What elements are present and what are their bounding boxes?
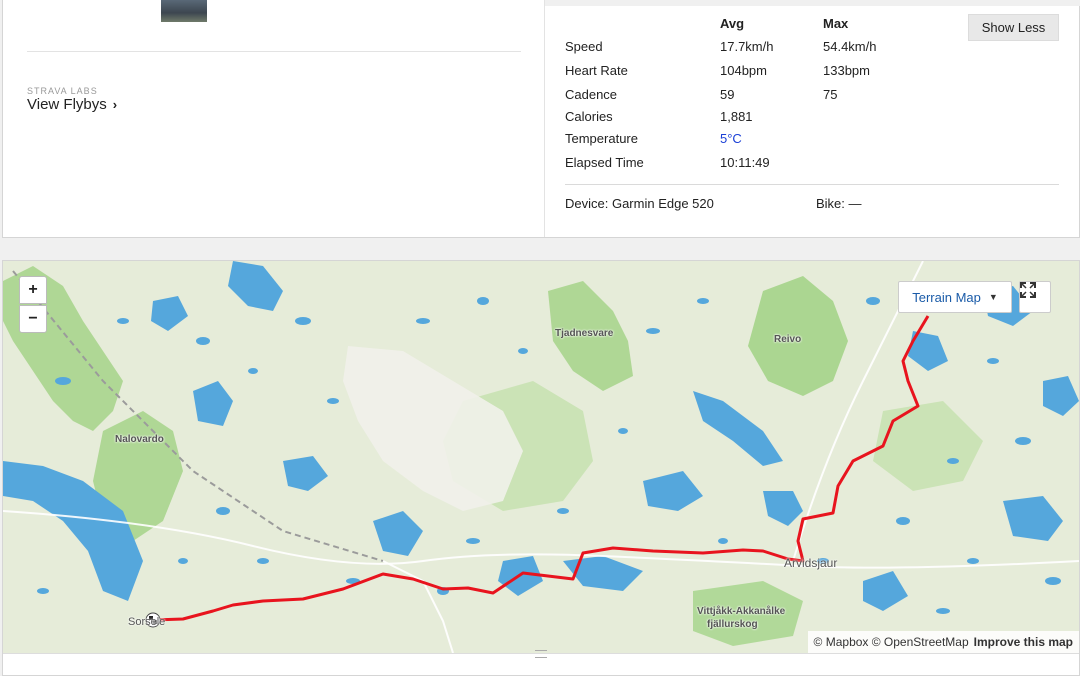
photo-thumbnail[interactable] — [161, 0, 207, 22]
bike-info: Bike: — — [816, 196, 862, 211]
lake — [283, 456, 328, 491]
zoom-in-button[interactable]: + — [19, 276, 47, 304]
forest-area — [873, 401, 983, 491]
lake — [643, 471, 703, 511]
zoom-out-button[interactable]: − — [19, 305, 47, 333]
map-canvas — [3, 261, 1079, 653]
place-label-sorsele: Sorsele — [128, 616, 166, 628]
lake — [763, 491, 803, 526]
stat-label-heart-rate: Heart Rate — [565, 63, 628, 78]
stat-label-calories: Calories — [565, 109, 613, 124]
map-type-dropdown[interactable]: Terrain Map ▼ — [898, 281, 1012, 313]
device-info: Device: Garmin Edge 520 — [565, 196, 714, 211]
stat-label-temperature: Temperature — [565, 131, 638, 146]
stat-label-elapsed-time: Elapsed Time — [565, 155, 644, 170]
stat-avg-calories: 1,881 — [720, 109, 753, 124]
lake — [373, 511, 423, 556]
road — [3, 510, 1079, 569]
map-resize-bar — [3, 650, 1079, 675]
map-type-label: Terrain Map — [912, 289, 981, 305]
stat-label-cadence: Cadence — [565, 87, 618, 102]
map-attribution: © Mapbox © OpenStreetMap Improve this ma… — [807, 631, 1079, 653]
view-flybys-link[interactable]: View Flybys › — [27, 96, 117, 113]
lake — [193, 381, 233, 426]
wetland-area — [343, 346, 523, 511]
fullscreen-button[interactable] — [1019, 281, 1051, 313]
lake — [151, 296, 188, 331]
stat-avg-heart-rate: 104bpm — [720, 63, 767, 78]
stat-avg-speed: 17.7km/h — [720, 39, 774, 54]
place-label-reivo: Reivo — [774, 334, 802, 345]
place-label-arvidsjaur: Arvidsjaur — [784, 556, 838, 570]
max-header: Max — [823, 16, 849, 31]
activity-summary-card: STRAVA LABS View Flybys › Avg Max Show Le… — [2, 0, 1080, 238]
route-map-card: Tjadnesvare Reivo Nalovardo Arvidsjaur V… — [2, 260, 1080, 676]
expand-icon — [1020, 282, 1036, 298]
stat-max-heart-rate: 133bpm — [823, 63, 870, 78]
lake — [1003, 496, 1063, 541]
place-label-nalovardo: Nalovardo — [115, 434, 164, 445]
attribution-text: © Mapbox © OpenStreetMap — [813, 635, 969, 649]
panel-topbar — [545, 0, 1080, 6]
caret-down-icon: ▼ — [988, 292, 998, 302]
stat-max-cadence: 75 — [823, 87, 838, 102]
lake — [693, 391, 783, 466]
improve-map-link[interactable]: Improve this map — [974, 635, 1073, 649]
view-flybys-label: View Flybys — [27, 96, 107, 113]
stat-max-speed: 54.4km/h — [823, 39, 877, 54]
lake — [1043, 376, 1079, 416]
strava-labs-label: STRAVA LABS — [27, 86, 98, 96]
lake — [863, 571, 908, 611]
stat-avg-elapsed-time: 10:11:49 — [720, 155, 770, 170]
lake — [228, 261, 283, 311]
stat-avg-cadence: 59 — [720, 87, 735, 102]
place-label-tjadnesvare: Tjadnesvare — [555, 328, 614, 339]
divider — [565, 184, 1059, 185]
stat-label-speed: Speed — [565, 39, 603, 54]
place-label-fjallurskog: fjällurskog — [707, 619, 758, 630]
place-label-vittjakk: Vittjåkk-Akkanålke — [697, 606, 786, 617]
more-stats-panel: Avg Max Show Less Speed 17.7km/h 54.4km/… — [544, 0, 1080, 237]
chevron-right-icon: › — [112, 97, 118, 112]
stat-avg-temperature: 5°C — [720, 131, 742, 146]
resize-handle[interactable] — [535, 650, 547, 658]
divider — [27, 51, 521, 52]
route-map[interactable]: Tjadnesvare Reivo Nalovardo Arvidsjaur V… — [3, 261, 1079, 653]
avg-header: Avg — [720, 16, 745, 31]
show-less-button[interactable]: Show Less — [968, 14, 1059, 41]
